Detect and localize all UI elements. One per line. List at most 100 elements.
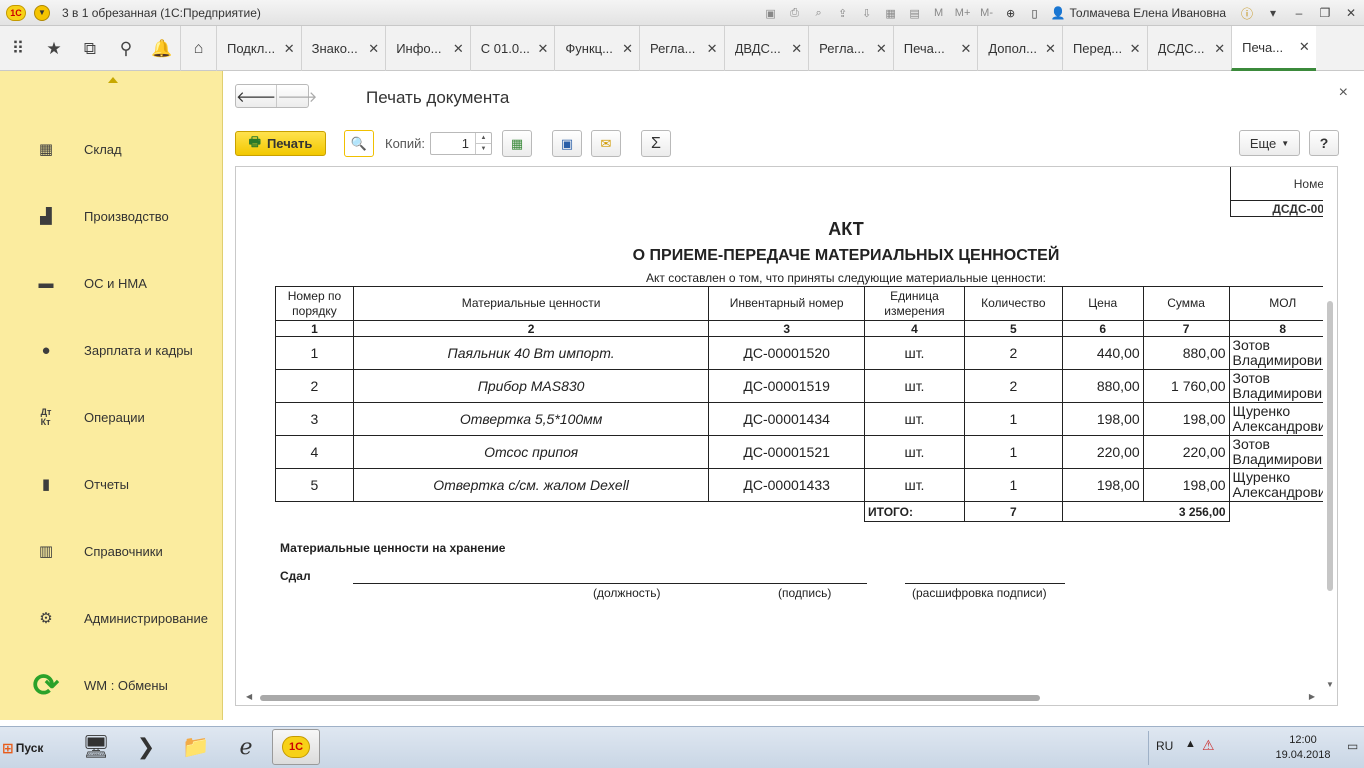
panel-toggle-icon[interactable]: ▯ [1027, 6, 1043, 20]
save-file-button[interactable]: ▣ [552, 130, 582, 157]
home-icon[interactable]: ⌂ [180, 26, 216, 71]
send-email-button[interactable]: ✉ [591, 130, 621, 157]
sidebar-item-wm-obmeny[interactable]: ⟳ WM : Обмены [0, 665, 223, 705]
close-window-button[interactable]: ✕ [1340, 4, 1362, 22]
column-number-row: 1 2 3 4 5 6 7 8 [275, 320, 1337, 337]
apps-grid-icon[interactable]: ⠿ [0, 26, 36, 71]
maximize-button[interactable]: ❐ [1314, 4, 1336, 22]
more-button[interactable]: Еще ▼ [1239, 130, 1300, 156]
download-icon[interactable]: ⇩ [859, 6, 875, 20]
spin-up-icon[interactable]: ▲ [476, 133, 491, 143]
sidebar-item-zarplata[interactable]: ● Зарплата и кадры [0, 330, 223, 370]
tab-item[interactable]: Допол... ✕ [977, 26, 1062, 71]
start-button[interactable]: ⊞ Пуск [2, 735, 52, 761]
sidebar-item-os-nma[interactable]: ▬ ОС и НМА [0, 263, 223, 303]
tab-close-icon[interactable]: ✕ [1214, 41, 1225, 57]
copies-spin: ▲ ▼ [475, 133, 491, 154]
powershell-icon[interactable]: ❯ [122, 729, 170, 765]
print-icon[interactable]: ⎙ [787, 6, 803, 20]
forward-button[interactable]: 🡒 [276, 85, 317, 107]
info-icon[interactable]: ⓘ [1236, 4, 1258, 22]
preview-button[interactable]: 🔍 [344, 130, 374, 157]
sidebar-item-administrirovanie[interactable]: ⚙ Администрирование [0, 598, 223, 638]
calendar-icon[interactable]: ▤ [907, 6, 923, 20]
calculator-icon[interactable]: ▦ [883, 6, 899, 20]
upload-icon[interactable]: ⇪ [835, 6, 851, 20]
show-desktop-icon[interactable]: ▭ [1347, 739, 1358, 753]
scroll-right-icon[interactable]: ▶ [1309, 692, 1315, 701]
spin-down-icon[interactable]: ▼ [476, 143, 491, 154]
sidebar-item-otchety[interactable]: ▮ Отчеты [0, 464, 223, 504]
sidebar-item-proizvodstvo[interactable]: ▟ Производство [0, 196, 223, 236]
back-button[interactable]: 🡐 [236, 85, 276, 107]
tab-close-icon[interactable]: ✕ [1130, 41, 1141, 57]
network-warning-icon[interactable]: ⚠ [1202, 737, 1215, 754]
sidebar-item-spravochniki[interactable]: ▥ Справочники [0, 531, 223, 571]
items-table: Номер по порядку Материальные ценности И… [275, 286, 1337, 522]
vertical-scrollbar[interactable]: ▼ [1323, 167, 1337, 693]
info-dropdown-icon[interactable]: ▾ [1262, 4, 1284, 22]
explorer-icon[interactable]: 📁 [172, 729, 220, 765]
tab-item[interactable]: Инфо... ✕ [385, 26, 470, 71]
zoom-icon[interactable]: ⊕ [1003, 6, 1019, 20]
horizontal-scrollbar[interactable]: ◀ ▶ [236, 691, 1325, 705]
tab-item[interactable]: ДСДС... ✕ [1146, 26, 1232, 71]
tab-item[interactable]: С 01.0... ✕ [469, 26, 555, 71]
close-form-button[interactable]: × [1339, 84, 1348, 102]
tab-close-icon[interactable]: ✕ [791, 41, 802, 57]
memory-m-plus-button[interactable]: M+ [955, 6, 971, 20]
sidebar-item-operacii[interactable]: Дт Кт Операции [0, 397, 223, 437]
user-icon: 👤 [1050, 6, 1066, 20]
internet-explorer-icon[interactable]: ℯ [222, 729, 270, 765]
tab-close-icon[interactable]: ✕ [622, 41, 633, 57]
print-button[interactable]: 🖶 Печать [235, 131, 326, 156]
table-row: 1 Паяльник 40 Вт импорт. ДС-00001520 шт.… [275, 336, 1337, 370]
tab-item[interactable]: Регла... ✕ [638, 26, 724, 71]
tab-item-active[interactable]: Печа... ✕ [1231, 26, 1316, 71]
tab-close-icon[interactable]: ✕ [1299, 39, 1310, 55]
scroll-up-icon[interactable] [108, 77, 118, 83]
sidebar-item-sklad[interactable]: ▦ Склад [0, 129, 223, 169]
tab-close-icon[interactable]: ✕ [1045, 41, 1056, 57]
history-icon[interactable]: ⧉ [72, 26, 108, 71]
help-button[interactable]: ? [1309, 130, 1339, 156]
1c-taskbar-icon[interactable]: 1С [272, 729, 320, 765]
clock[interactable]: 12:00 19.04.2018 [1268, 733, 1338, 763]
sum-button[interactable]: Σ [641, 130, 671, 157]
memory-m-minus-button[interactable]: M- [979, 6, 995, 20]
server-manager-icon[interactable]: 🖥 [72, 729, 120, 765]
tab-item[interactable]: ДВДС... ✕ [723, 26, 809, 71]
tab-item[interactable]: Печа... ✕ [892, 26, 978, 71]
horizontal-scroll-thumb[interactable] [260, 695, 1040, 701]
edit-mode-button[interactable]: ▦ [502, 130, 532, 157]
save-icon[interactable]: ▣ [763, 6, 779, 20]
favorites-icon[interactable]: ★ [36, 26, 72, 71]
notifications-icon[interactable]: 🔔 [144, 26, 180, 71]
tab-item[interactable]: Подкл... ✕ [216, 26, 301, 71]
scroll-down-icon[interactable]: ▼ [1326, 680, 1334, 689]
tab-item[interactable]: Перед... ✕ [1061, 26, 1147, 71]
scroll-left-icon[interactable]: ◀ [246, 692, 252, 701]
spreadsheet-document[interactable]: Номе ДСДС-00 АКТ О ПРИЕМЕ-ПЕРЕДАЧЕ МАТЕР… [235, 166, 1338, 706]
tray-expand-icon[interactable]: ▲ [1185, 738, 1196, 750]
tab-close-icon[interactable]: ✕ [876, 41, 887, 57]
vertical-scroll-thumb[interactable] [1327, 301, 1333, 591]
tab-close-icon[interactable]: ✕ [960, 41, 971, 57]
copies-stepper[interactable]: 1 ▲ ▼ [430, 132, 492, 155]
main-menu-button[interactable]: ▼ [34, 4, 50, 21]
search-icon[interactable]: ⚲ [108, 26, 144, 71]
tab-close-icon[interactable]: ✕ [284, 41, 295, 57]
preview-icon[interactable]: ⌕ [811, 6, 827, 20]
tab-close-icon[interactable]: ✕ [537, 41, 548, 57]
tab-close-icon[interactable]: ✕ [368, 41, 379, 57]
current-user[interactable]: 👤 Толмачева Елена Ивановна [1051, 6, 1226, 20]
language-indicator[interactable]: RU [1156, 739, 1173, 753]
tab-close-icon[interactable]: ✕ [707, 41, 718, 57]
minimize-button[interactable]: – [1288, 4, 1310, 22]
tab-item[interactable]: Регла... ✕ [808, 26, 893, 71]
tab-item[interactable]: Функц... ✕ [554, 26, 639, 71]
tab-item[interactable]: Знако... ✕ [300, 26, 386, 71]
tab-close-icon[interactable]: ✕ [453, 41, 464, 57]
memory-m-button[interactable]: M [931, 6, 947, 20]
copies-value[interactable]: 1 [431, 133, 475, 154]
